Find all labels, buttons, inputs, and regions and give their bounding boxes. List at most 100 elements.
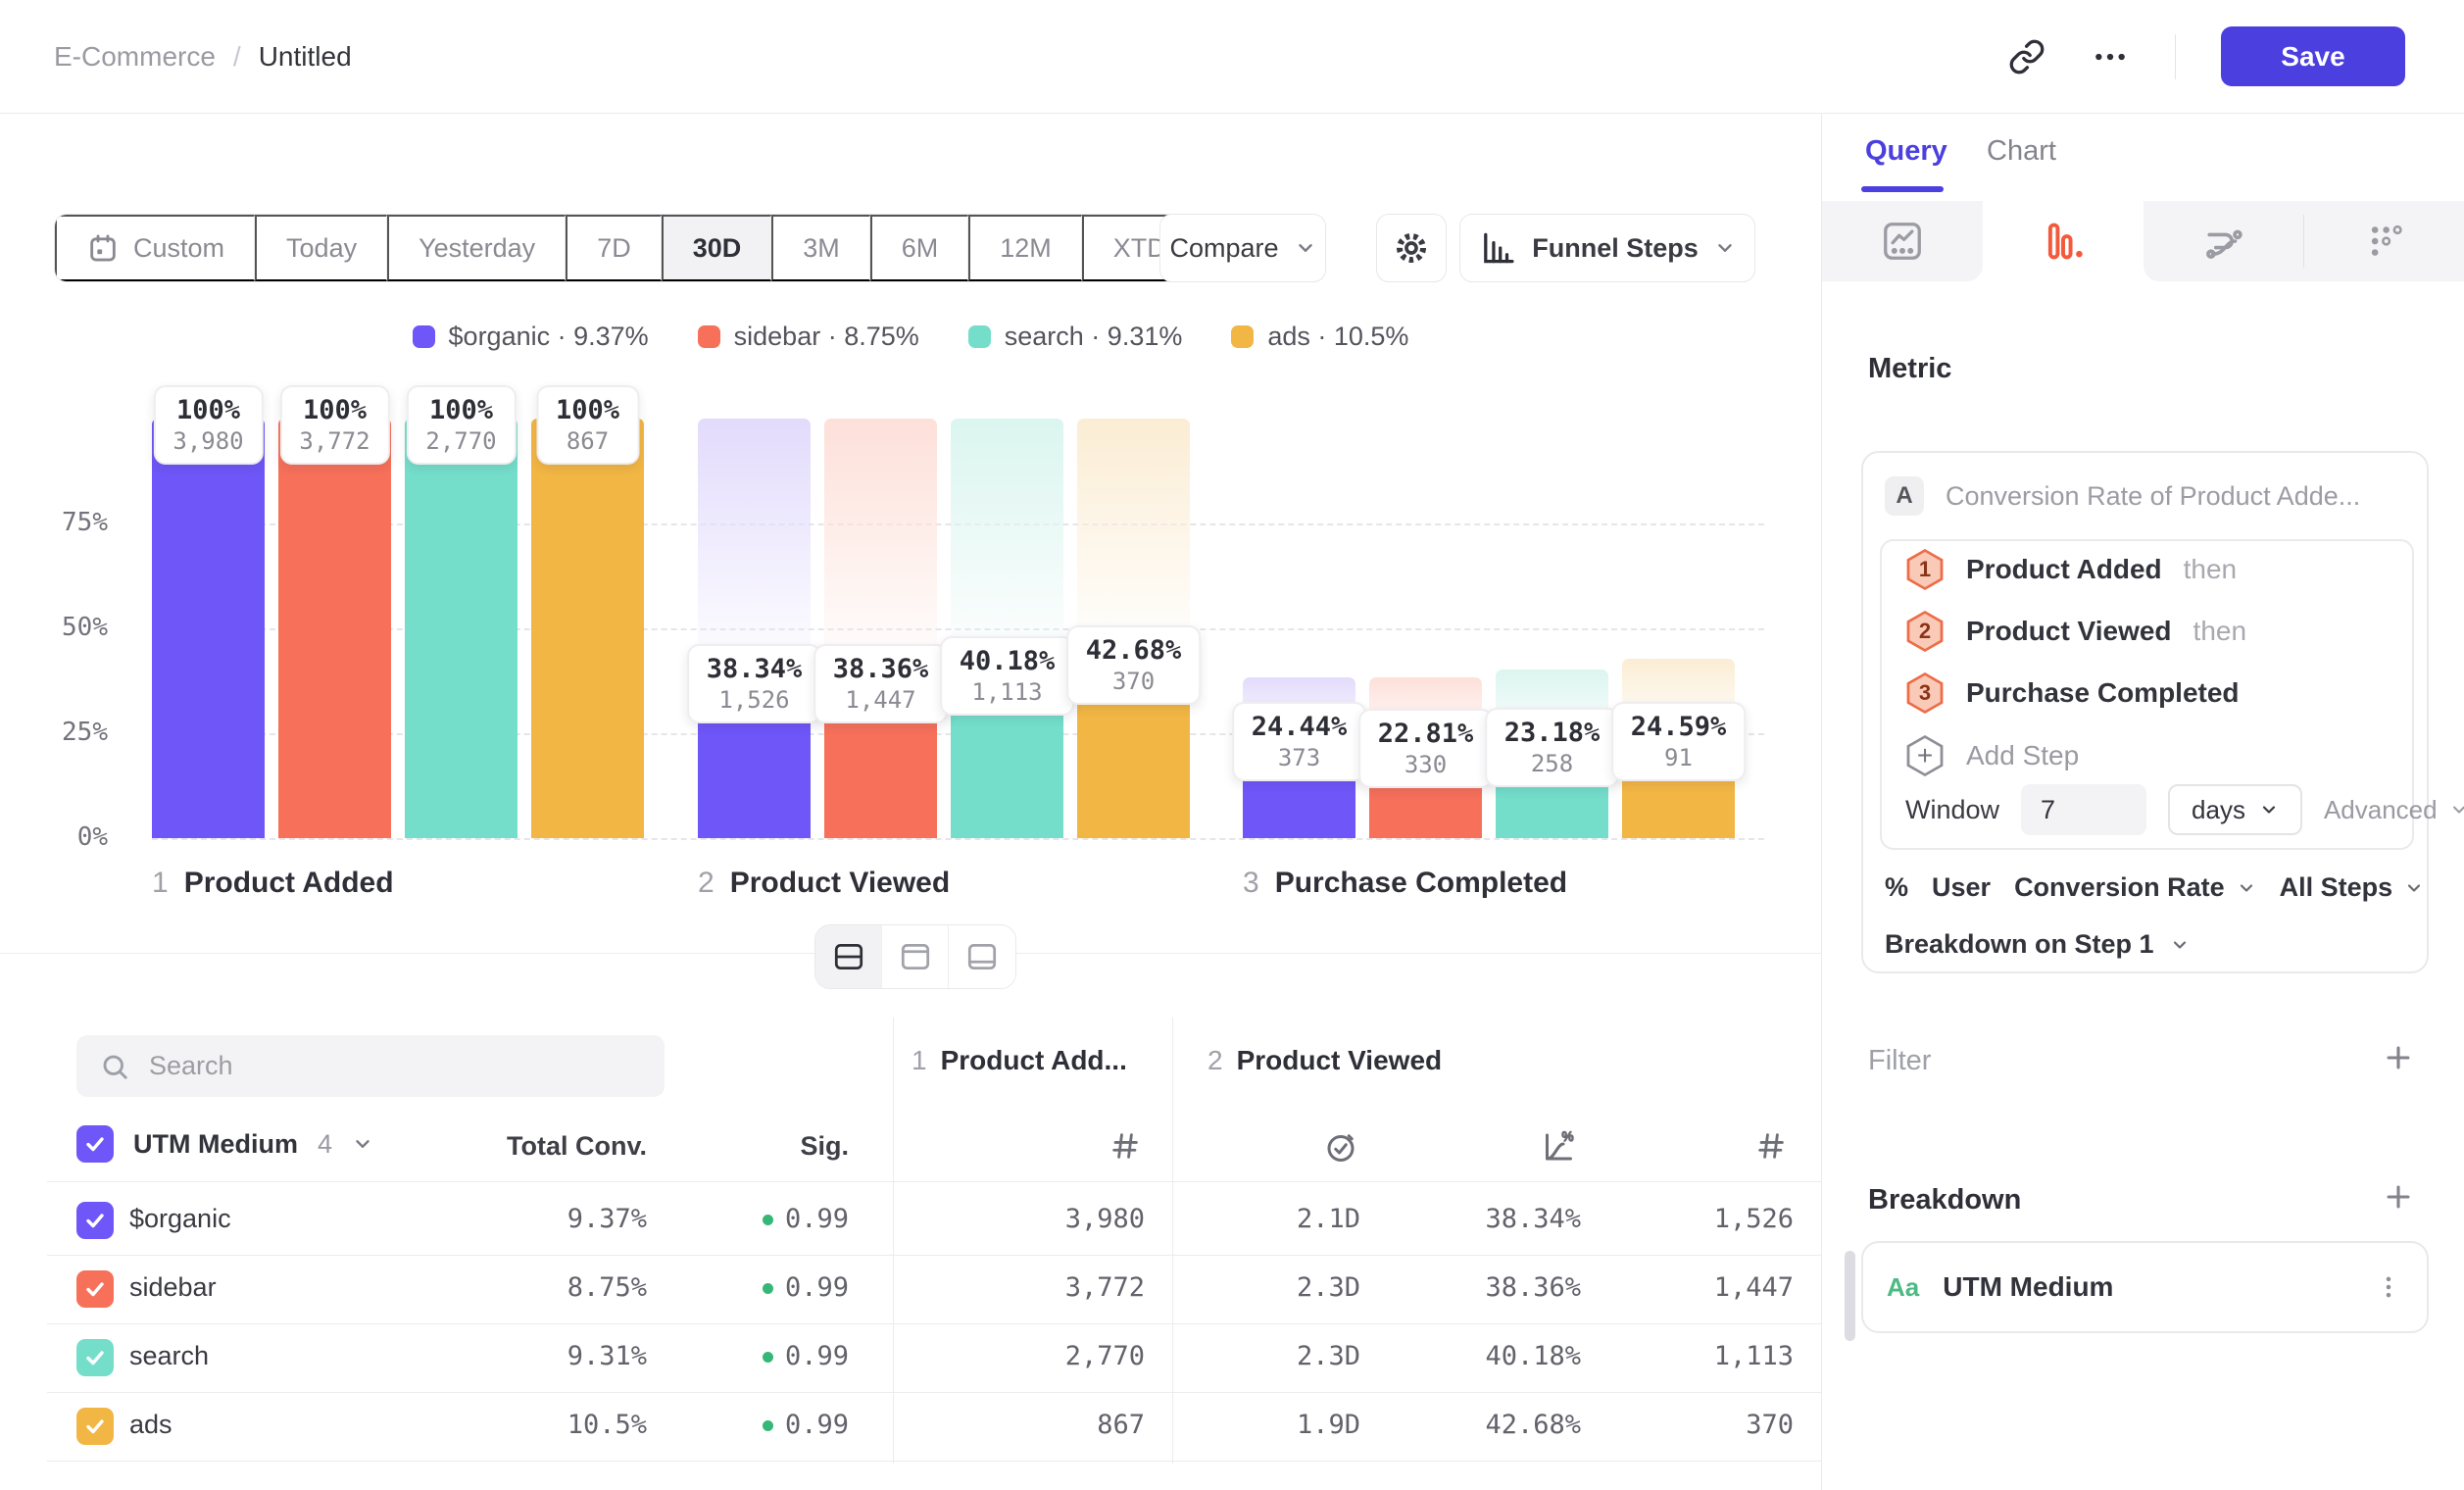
tab-funnels[interactable]	[1983, 201, 2144, 281]
funnel-step-label[interactable]: 3Purchase Completed	[1243, 867, 1567, 900]
bar-conversion-pct: 23.18%	[1504, 718, 1601, 748]
range-today[interactable]: Today	[255, 215, 387, 281]
bar-value-label[interactable]: 38.34%1,526	[687, 644, 822, 723]
chart-type-selector[interactable]: Funnel Steps	[1459, 214, 1755, 282]
range-3m[interactable]: 3M	[771, 215, 870, 281]
range-7d[interactable]: 7D	[566, 215, 662, 281]
bar-value-label[interactable]: 22.81%330	[1358, 709, 1494, 788]
range-6m[interactable]: 6M	[870, 215, 969, 281]
query-step-row[interactable]: 3Purchase Completed	[1905, 672, 2240, 714]
count-metric-icon[interactable]	[1109, 1129, 1142, 1163]
bar-value-label[interactable]: 38.36%1,447	[813, 644, 949, 723]
table-row[interactable]: ads10.5%0.998671.9D42.68%370	[0, 1392, 1821, 1461]
legend-item[interactable]: ads · 10.5%	[1231, 322, 1408, 352]
search-input[interactable]	[149, 1051, 641, 1081]
count-metric-icon[interactable]	[1754, 1129, 1788, 1163]
bar-value-label[interactable]: 100%2,770	[406, 385, 516, 465]
top-bar: E-Commerce / Untitled	[0, 0, 2464, 114]
breakdown-property-card[interactable]: Aa UTM Medium	[1861, 1241, 2429, 1333]
legend-item[interactable]: search · 9.31%	[968, 322, 1183, 352]
funnel-bar[interactable]	[278, 419, 391, 838]
row-checkbox[interactable]	[76, 1270, 114, 1308]
link-icon	[2008, 38, 2045, 75]
range-yesterday[interactable]: Yesterday	[387, 215, 566, 281]
breakdown-property-name: UTM Medium	[1943, 1271, 2113, 1303]
chart-settings-button[interactable]	[1376, 214, 1447, 282]
bar-value-label[interactable]: 42.68%370	[1066, 625, 1202, 705]
range-label: 12M	[1000, 233, 1052, 264]
save-button[interactable]: Save	[2221, 26, 2405, 86]
breakdown-group-header[interactable]: UTM Medium 4	[76, 1125, 373, 1163]
measure-scope-select[interactable]: All Steps	[2280, 872, 2425, 903]
sig-column-header[interactable]: Sig.	[800, 1131, 849, 1162]
y-axis-tick: 50%	[15, 613, 108, 642]
window-unit-select[interactable]: days	[2168, 784, 2302, 835]
bar-value-label[interactable]: 24.59%91	[1611, 702, 1747, 781]
search-icon	[100, 1052, 129, 1081]
row-checkbox[interactable]	[76, 1339, 114, 1376]
compare-button[interactable]: Compare	[1159, 214, 1326, 282]
row-total-conv: 9.31%	[567, 1341, 647, 1371]
range-custom[interactable]: Custom	[55, 215, 255, 281]
funnel-bar[interactable]	[152, 419, 265, 838]
add-step-row[interactable]: + Add Step	[1905, 735, 2079, 776]
total-conv-column-header[interactable]: Total Conv.	[507, 1131, 647, 1162]
breakdown-options-button[interactable]	[2374, 1272, 2403, 1302]
range-label: Yesterday	[419, 233, 535, 264]
metric-card: A Conversion Rate of Product Adde... 1Pr…	[1861, 451, 2429, 973]
measure-metric-select[interactable]: Conversion Rate	[2014, 872, 2256, 903]
table-row[interactable]: sidebar8.75%0.993,7722.3D38.36%1,447	[0, 1255, 1821, 1323]
tab-query[interactable]: Query	[1865, 135, 1947, 168]
bar-value-label[interactable]: 40.18%1,113	[940, 636, 1075, 716]
chevron-down-icon	[352, 1133, 373, 1155]
layout-table-only-button[interactable]	[949, 925, 1015, 988]
tab-insights[interactable]	[1822, 201, 1983, 281]
funnel-bar[interactable]	[405, 419, 517, 838]
table-row[interactable]: search9.31%0.992,7702.3D40.18%1,113	[0, 1323, 1821, 1392]
breadcrumb-project[interactable]: E-Commerce	[54, 41, 216, 73]
bar-conversion-pct: 40.18%	[960, 646, 1056, 676]
bar-value-label[interactable]: 100%867	[536, 385, 639, 465]
window-value-input[interactable]	[2021, 784, 2146, 835]
conversion-rate-icon[interactable]: %	[1540, 1129, 1575, 1165]
filter-section-heading: Filter	[1868, 1045, 1931, 1077]
funnel-step-label[interactable]: 2Product Viewed	[698, 867, 950, 900]
breakdown-on-step-select[interactable]: Breakdown on Step 1	[1885, 929, 2190, 960]
more-options-button[interactable]	[2091, 37, 2130, 76]
bar-value-label[interactable]: 24.44%373	[1232, 702, 1367, 781]
row-checkbox[interactable]	[76, 1202, 114, 1239]
range-30d[interactable]: 30D	[662, 215, 772, 281]
add-filter-button[interactable]	[2382, 1041, 2415, 1074]
bar-value-label[interactable]: 100%3,772	[279, 385, 389, 465]
add-step-label: Add Step	[1966, 740, 2079, 771]
tab-retention[interactable]	[2304, 201, 2464, 281]
bar-value-label[interactable]: 100%3,980	[153, 385, 263, 465]
legend-item[interactable]: sidebar · 8.75%	[698, 322, 919, 352]
query-step-row[interactable]: 2Product Viewedthen	[1905, 611, 2246, 652]
select-all-checkbox[interactable]	[76, 1125, 114, 1163]
funnel-bar[interactable]	[531, 419, 644, 838]
bar-conversion-pct: 22.81%	[1378, 719, 1474, 749]
advanced-toggle[interactable]: Advanced	[2324, 795, 2464, 825]
bar-conversion-pct: 100%	[425, 395, 496, 425]
add-breakdown-button[interactable]	[2382, 1180, 2415, 1214]
metric-title-row[interactable]: A Conversion Rate of Product Adde...	[1885, 476, 2360, 516]
tab-flows[interactable]	[2144, 201, 2304, 281]
layout-chart-only-button[interactable]	[882, 925, 949, 988]
query-step-row[interactable]: 1Product Addedthen	[1905, 549, 2237, 590]
share-link-button[interactable]	[2008, 38, 2045, 75]
funnel-bar-remainder	[824, 419, 937, 677]
layout-split-view-button[interactable]	[815, 925, 882, 988]
time-to-convert-icon[interactable]	[1323, 1129, 1358, 1165]
row-checkbox[interactable]	[76, 1408, 114, 1445]
funnel-step-label[interactable]: 1Product Added	[152, 867, 394, 900]
breadcrumb-report-title[interactable]: Untitled	[259, 41, 352, 73]
bar-value-label[interactable]: 23.18%258	[1485, 708, 1620, 787]
table-row[interactable]: $organic9.37%0.993,9802.1D38.34%1,526	[0, 1186, 1821, 1255]
measurement-row: % User Conversion Rate All Steps	[1885, 872, 2424, 903]
row-name: search	[129, 1341, 209, 1371]
range-12m[interactable]: 12M	[968, 215, 1082, 281]
measure-entity[interactable]: User	[1932, 872, 1991, 903]
tab-chart[interactable]: Chart	[1987, 135, 2056, 168]
legend-item[interactable]: $organic · 9.37%	[413, 322, 649, 352]
